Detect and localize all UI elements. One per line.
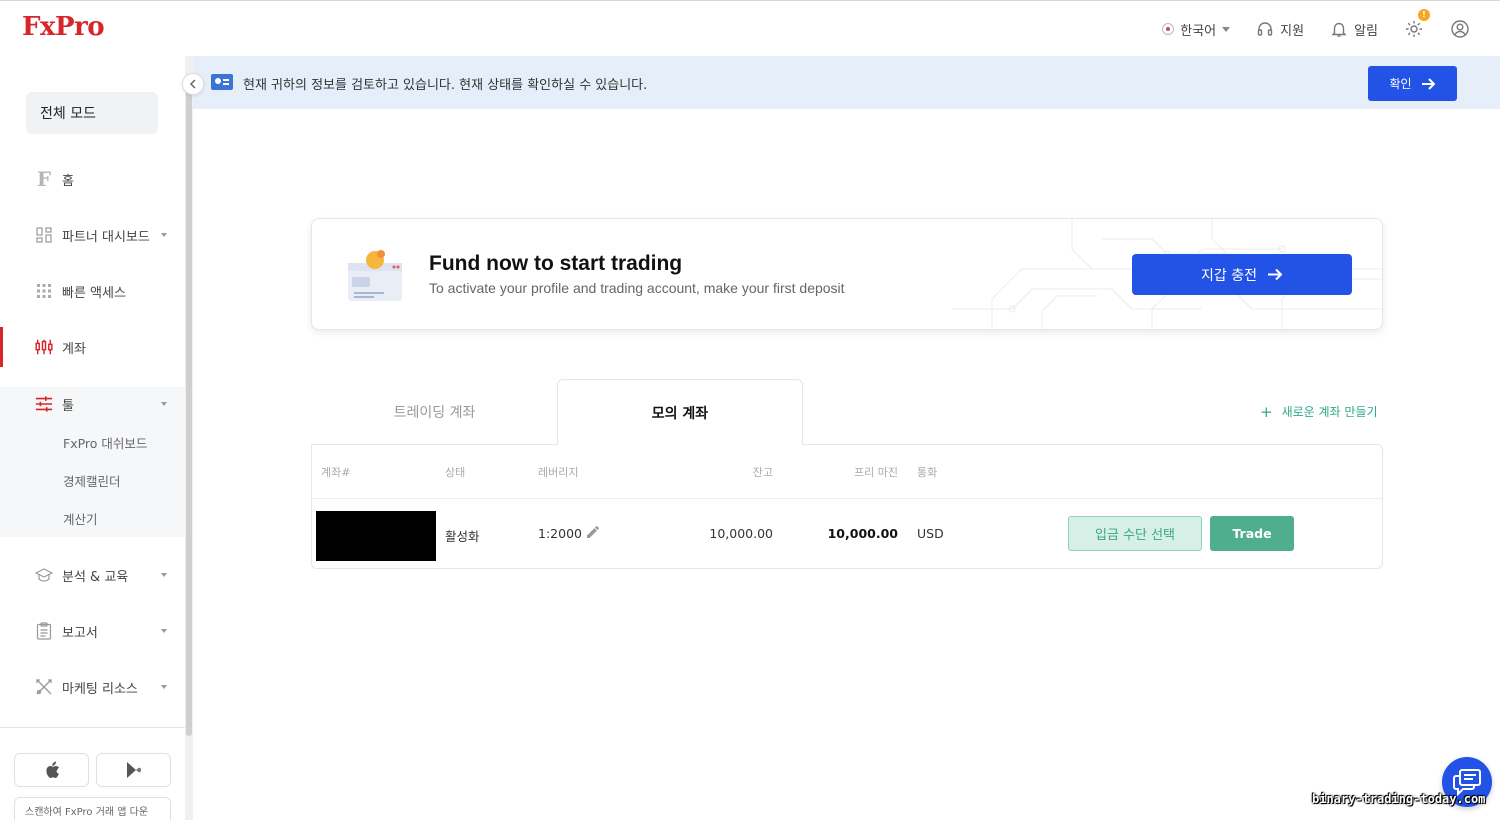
bell-icon — [1331, 22, 1347, 37]
apple-icon — [45, 761, 59, 778]
sidebar-item-label: 분석 & 교육 — [62, 569, 129, 585]
chevron-down-icon — [161, 233, 167, 237]
tab-trading-accounts[interactable]: 트레이딩 계좌 — [312, 379, 557, 445]
sidebar-item-accounts[interactable]: 계좌 — [0, 327, 185, 367]
sidebar-item-label: 빠른 액세스 — [62, 285, 126, 301]
notice-text: 현재 귀하의 정보를 검토하고 있습니다. 현재 상태를 확인하실 수 있습니다… — [243, 78, 648, 93]
top-bar: FxPro 한국어 지원 알림 ! — [0, 0, 1500, 56]
top-up-wallet-label: 지갑 충전 — [1201, 267, 1257, 284]
support-link[interactable]: 지원 — [1256, 15, 1304, 43]
account-status: 활성화 — [445, 529, 480, 544]
sidebar-item-tools[interactable]: 툴 — [0, 384, 185, 424]
sidebar-subitem-calculator[interactable]: 계산기 — [63, 509, 98, 528]
notifications-label: 알림 — [1354, 23, 1378, 39]
create-new-account-label: 새로운 계좌 만들기 — [1281, 405, 1378, 419]
sidebar-item-quick-access[interactable]: 빠른 액세스 — [0, 271, 185, 311]
arrow-right-icon — [1421, 77, 1435, 90]
sidebar-item-marketing-resources[interactable]: 마케팅 리소스 — [0, 667, 185, 707]
account-leverage: 1:2000 — [538, 526, 582, 541]
create-new-account-link[interactable]: + 새로운 계좌 만들기 — [1260, 403, 1378, 420]
headset-icon — [1257, 22, 1273, 36]
google-play-icon — [126, 762, 141, 778]
qr-download-label: 스캔하여 FxPro 거래 앱 다운 — [14, 797, 171, 820]
id-card-icon — [211, 74, 233, 90]
chevron-down-icon — [1222, 26, 1231, 32]
fund-subtitle: To activate your profile and trading acc… — [429, 280, 845, 296]
chevron-left-icon — [189, 79, 196, 89]
edit-leverage-icon[interactable] — [586, 525, 600, 539]
sidebar-item-home[interactable]: F 홈 — [0, 159, 185, 199]
chevron-down-icon — [161, 629, 167, 633]
google-play-button[interactable] — [96, 753, 171, 787]
tools-section: 툴 FxPro 대쉬보드 경제캘린더 계산기 — [0, 387, 185, 537]
account-currency: USD — [917, 526, 944, 541]
settings-button[interactable]: ! — [1404, 9, 1430, 43]
grid-icon — [35, 282, 53, 300]
review-notice-banner: 현재 귀하의 정보를 검토하고 있습니다. 현재 상태를 확인하실 수 있습니다… — [193, 56, 1500, 109]
fund-card: Fund now to start trading To activate yo… — [311, 218, 1383, 330]
dashboard-icon — [35, 226, 53, 244]
account-free-margin: 10,000.00 — [827, 526, 898, 541]
support-label: 지원 — [1280, 23, 1305, 39]
sidebar-item-label: 홈 — [62, 173, 74, 189]
sidebar-item-label: 보고서 — [62, 625, 98, 641]
top-up-wallet-button[interactable]: 지갑 충전 — [1132, 254, 1352, 295]
app-store-button[interactable] — [14, 753, 89, 787]
sidebar-subitem-fxpro-dashboard[interactable]: FxPro 대쉬보드 — [63, 433, 147, 452]
sidebar-item-label: 계좌 — [62, 341, 86, 357]
language-label: 한국어 — [1180, 23, 1217, 39]
sidebar-item-partner-dashboard[interactable]: 파트너 대시보드 — [0, 215, 185, 255]
sidebar-item-analysis-education[interactable]: 분석 & 교육 — [0, 555, 185, 595]
confirm-button-label: 확인 — [1389, 77, 1412, 91]
graduation-cap-icon — [35, 566, 53, 584]
sidebar-item-label: 마케팅 리소스 — [62, 681, 138, 697]
watermark-text: binary-trading-today.com — [1312, 792, 1486, 806]
wallet-illustration — [348, 250, 402, 301]
sidebar: 전체 모드 F 홈 파트너 대시보드 빠른 액세스 계좌 툴 FxPro 대쉬보… — [0, 56, 185, 820]
sidebar-divider — [0, 727, 185, 728]
fxpro-f-icon: F — [36, 167, 52, 191]
tab-demo-accounts[interactable]: 모의 계좌 — [557, 379, 803, 445]
trade-button[interactable]: Trade — [1210, 516, 1294, 551]
select-payment-method-button[interactable]: 입금 수단 선택 — [1068, 516, 1202, 551]
column-header-balance: 잔고 — [752, 466, 773, 479]
sidebar-scrollbar[interactable] — [185, 56, 193, 820]
language-selector[interactable]: 한국어 — [1162, 15, 1231, 43]
candlestick-icon — [35, 338, 53, 356]
full-mode-button[interactable]: 전체 모드 — [26, 92, 158, 134]
column-header-free-margin: 프리 마진 — [854, 466, 898, 479]
column-header-status: 상태 — [445, 466, 466, 479]
arrow-right-icon — [1267, 268, 1283, 281]
sidebar-item-label: 툴 — [62, 398, 74, 414]
sidebar-subitem-economic-calendar[interactable]: 경제캘린더 — [63, 471, 121, 490]
column-header-leverage: 레버리지 — [538, 466, 579, 479]
collapse-sidebar-button[interactable] — [182, 73, 204, 95]
plus-icon: + — [1260, 402, 1273, 421]
accounts-table: 계좌# 상태 레버리지 잔고 프리 마진 통화 활성화 1:2000 10,00… — [311, 444, 1383, 569]
fxpro-logo[interactable]: FxPro — [22, 12, 105, 42]
flag-icon — [1162, 23, 1175, 35]
fund-title: Fund now to start trading — [429, 252, 683, 275]
gear-icon — [1406, 21, 1422, 37]
account-balance: 10,000.00 — [709, 526, 773, 541]
chevron-down-icon — [161, 402, 167, 406]
column-header-account: 계좌# — [321, 466, 351, 479]
sliders-icon — [35, 395, 53, 413]
profile-button[interactable] — [1450, 15, 1470, 43]
clipboard-icon — [35, 622, 53, 640]
sidebar-item-label: 파트너 대시보드 — [62, 229, 150, 245]
chevron-down-icon — [161, 685, 167, 689]
confirm-button[interactable]: 확인 — [1368, 66, 1457, 101]
top-actions: 한국어 지원 알림 ! — [1136, 9, 1470, 43]
column-header-currency: 통화 — [917, 466, 938, 479]
user-circle-icon — [1451, 20, 1469, 38]
sidebar-item-reports[interactable]: 보고서 — [0, 611, 185, 651]
table-header-divider — [312, 498, 1382, 499]
notifications-link[interactable]: 알림 — [1330, 15, 1378, 43]
chevron-down-icon — [161, 573, 167, 577]
tools-icon — [35, 678, 53, 696]
settings-badge: ! — [1418, 9, 1430, 21]
redacted-account-number — [316, 511, 436, 561]
scrollbar-thumb[interactable] — [186, 86, 192, 736]
